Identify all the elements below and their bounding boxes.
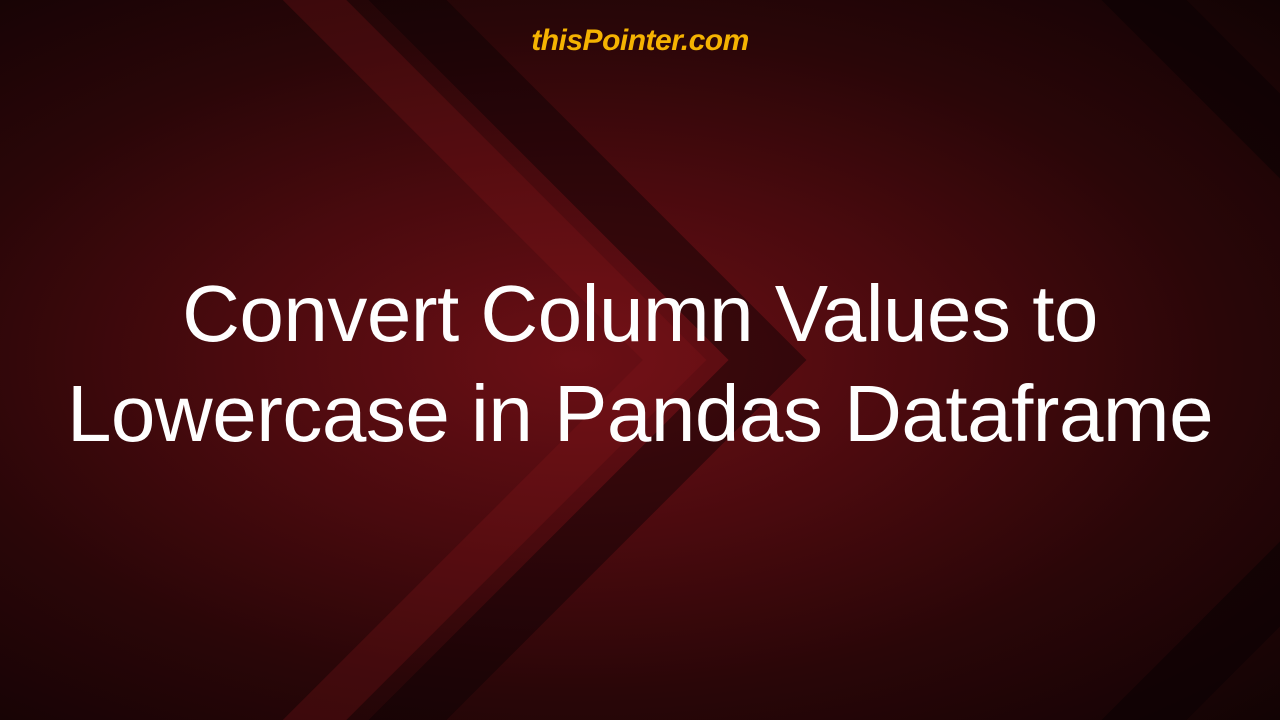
page-title: Convert Column Values to Lowercase in Pa… [51,264,1229,464]
site-logo: thisPointer.com [531,24,749,58]
